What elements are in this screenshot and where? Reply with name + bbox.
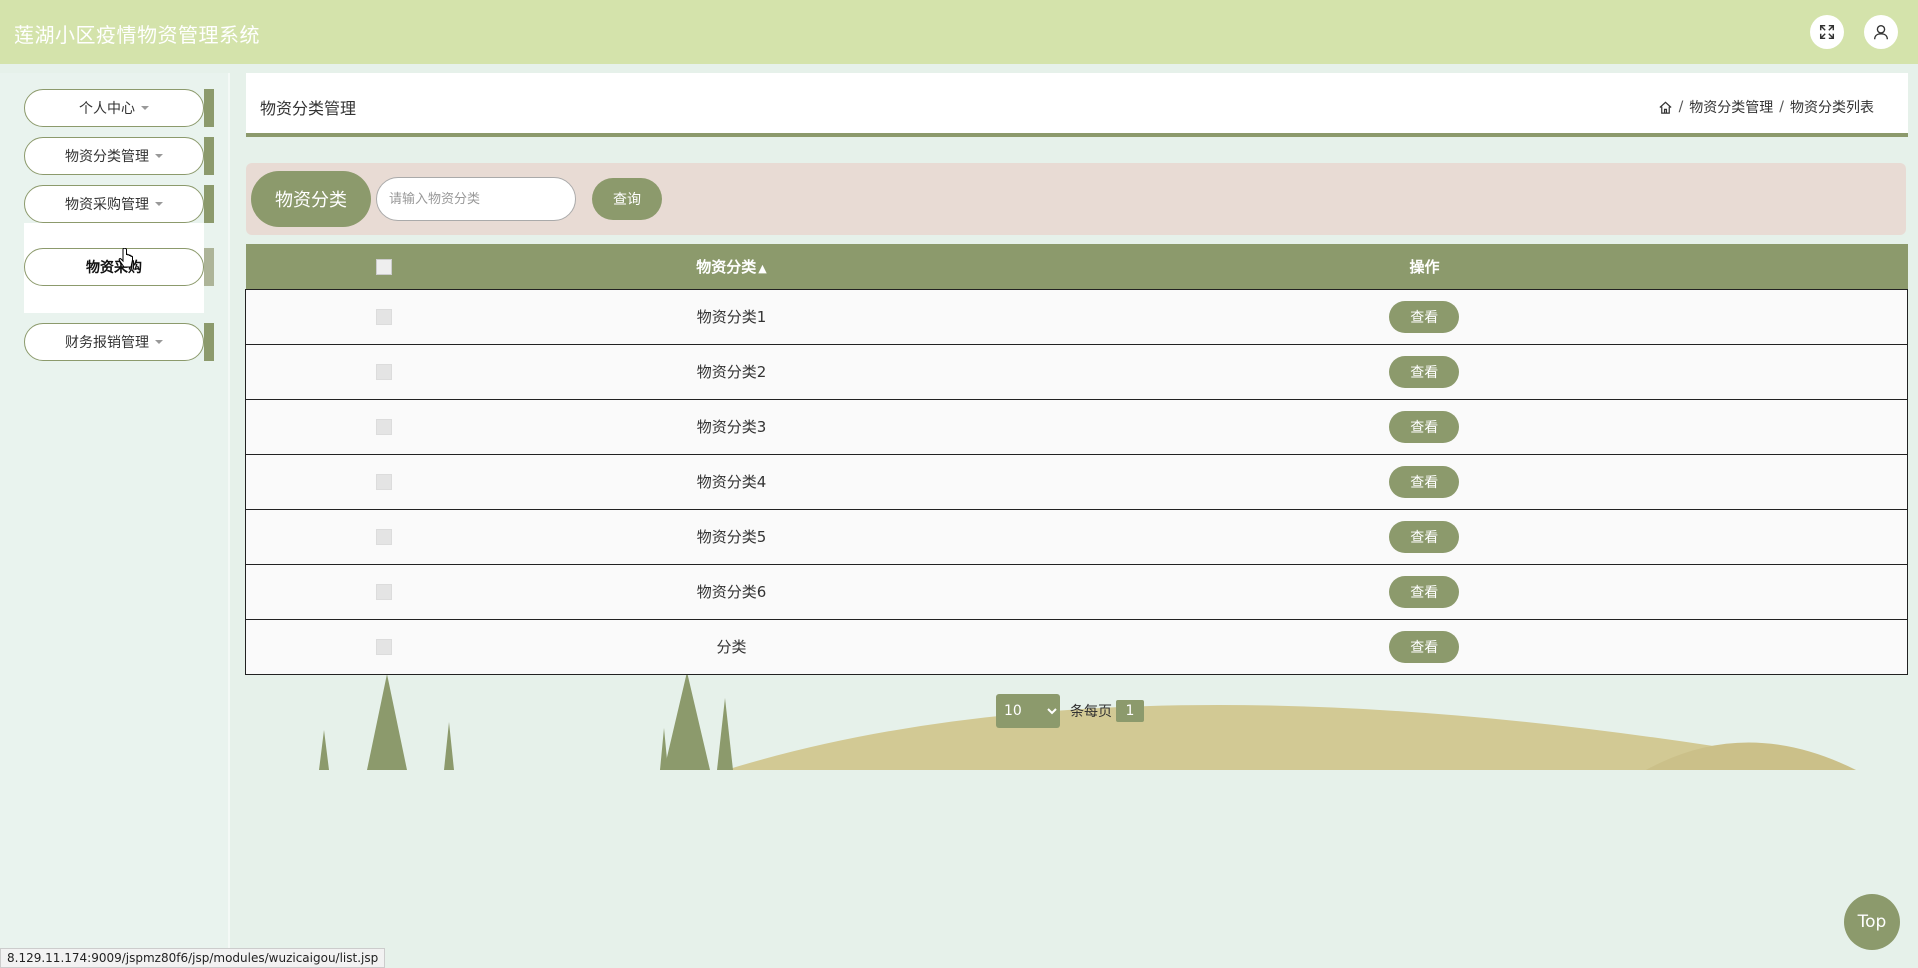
category-cell: 物资分类2 [521, 343, 942, 400]
select-all-checkbox[interactable] [375, 258, 392, 275]
table-row: 物资分类5 查看 [245, 508, 1908, 565]
page-number-current[interactable]: 1 [1116, 700, 1144, 722]
table-header-row: 物资分类 ▲︎ 操作 [245, 244, 1908, 289]
caret-down-icon [141, 106, 149, 110]
row-checkbox[interactable] [375, 639, 392, 655]
category-cell: 物资分类6 [521, 563, 942, 620]
breadcrumb-separator: / [1678, 99, 1684, 115]
row-checkbox[interactable] [375, 474, 392, 490]
status-bar-url: 8.129.11.174:9009/jspmz80f6/jsp/modules/… [0, 948, 386, 968]
sidebar-item-accent [204, 185, 214, 223]
home-icon[interactable] [1658, 100, 1673, 115]
table-row: 物资分类2 查看 [245, 343, 1908, 400]
category-cell: 分类 [521, 618, 942, 675]
mouse-cursor-icon [118, 248, 133, 268]
row-checkbox[interactable] [375, 529, 392, 545]
caret-down-icon [155, 340, 163, 344]
content-header: 物资分类管理 / 物资分类管理 / 物资分类列表 [246, 73, 1908, 137]
table-row: 物资分类1 查看 [245, 288, 1908, 345]
row-checkbox[interactable] [375, 309, 392, 325]
sidebar-item-purchase-management[interactable]: 物资采购管理 [24, 185, 214, 223]
pagination: 10 条每页 1 [996, 694, 1144, 728]
sidebar-item-finance-management[interactable]: 财务报销管理 [24, 323, 214, 361]
table-row: 物资分类6 查看 [245, 563, 1908, 620]
sidebar-item-label: 财务报销管理 [65, 335, 149, 351]
view-button[interactable]: 查看 [1389, 465, 1460, 498]
expand-icon [1819, 24, 1835, 40]
row-checkbox[interactable] [375, 419, 392, 435]
sidebar: 个人中心 物资分类管理 物资采购管理 物资采购 财务报销管理 [0, 73, 230, 968]
category-cell: 物资分类5 [521, 508, 942, 565]
fullscreen-button[interactable] [1810, 15, 1844, 49]
page-size-select[interactable]: 10 [996, 694, 1060, 728]
sort-icon[interactable]: ▲︎ [758, 262, 766, 275]
search-input[interactable] [376, 177, 576, 221]
category-cell: 物资分类4 [521, 453, 942, 510]
user-button[interactable] [1864, 15, 1898, 49]
view-button[interactable]: 查看 [1389, 300, 1460, 333]
sidebar-item-accent [204, 323, 214, 361]
per-page-label: 条每页 [1070, 704, 1112, 720]
sidebar-item-label: 个人中心 [79, 101, 135, 117]
row-checkbox[interactable] [375, 584, 392, 600]
user-icon [1874, 25, 1888, 40]
view-button[interactable]: 查看 [1389, 355, 1460, 388]
category-cell: 物资分类1 [521, 288, 942, 345]
breadcrumb-separator: / [1779, 99, 1784, 115]
table-row: 分类 查看 [245, 618, 1908, 675]
breadcrumb: / 物资分类管理 / 物资分类列表 [1658, 97, 1874, 117]
sidebar-item-label: 物资分类管理 [65, 149, 149, 165]
caret-down-icon [155, 202, 163, 206]
sidebar-item-accent [204, 89, 214, 127]
row-checkbox[interactable] [375, 364, 392, 380]
column-header-action: 操作 [941, 244, 1908, 289]
sidebar-item-category-management[interactable]: 物资分类管理 [24, 137, 214, 175]
caret-down-icon [155, 154, 163, 158]
search-button[interactable]: 查询 [592, 178, 662, 220]
sidebar-item-label: 物资采购管理 [65, 197, 149, 213]
table-row: 物资分类4 查看 [245, 453, 1908, 510]
category-table: 物资分类 ▲︎ 操作 物资分类1 查看 物资分类2 查看 物资分类3 查看 物资分… [245, 244, 1908, 675]
category-cell: 物资分类3 [521, 398, 942, 455]
view-button[interactable]: 查看 [1389, 520, 1460, 553]
view-button[interactable]: 查看 [1389, 410, 1460, 443]
select-all-header [245, 244, 522, 289]
search-bar: 物资分类 查询 [246, 163, 1906, 235]
submenu-item-accent [204, 248, 214, 286]
column-header-category[interactable]: 物资分类 ▲︎ [521, 244, 942, 289]
view-button[interactable]: 查看 [1389, 630, 1460, 663]
sidebar-item-accent [204, 137, 214, 175]
app-title: 莲湖小区疫情物资管理系统 [14, 23, 260, 47]
view-button[interactable]: 查看 [1389, 575, 1460, 608]
page-title: 物资分类管理 [260, 99, 357, 118]
search-label: 物资分类 [251, 171, 371, 227]
breadcrumb-item[interactable]: 物资分类管理 [1689, 97, 1773, 117]
top-header: 莲湖小区疫情物资管理系统 [0, 0, 1918, 64]
breadcrumb-item: 物资分类列表 [1790, 100, 1874, 116]
back-to-top-button[interactable]: Top [1844, 894, 1900, 950]
sidebar-item-personal-center[interactable]: 个人中心 [24, 89, 214, 127]
table-row: 物资分类3 查看 [245, 398, 1908, 455]
